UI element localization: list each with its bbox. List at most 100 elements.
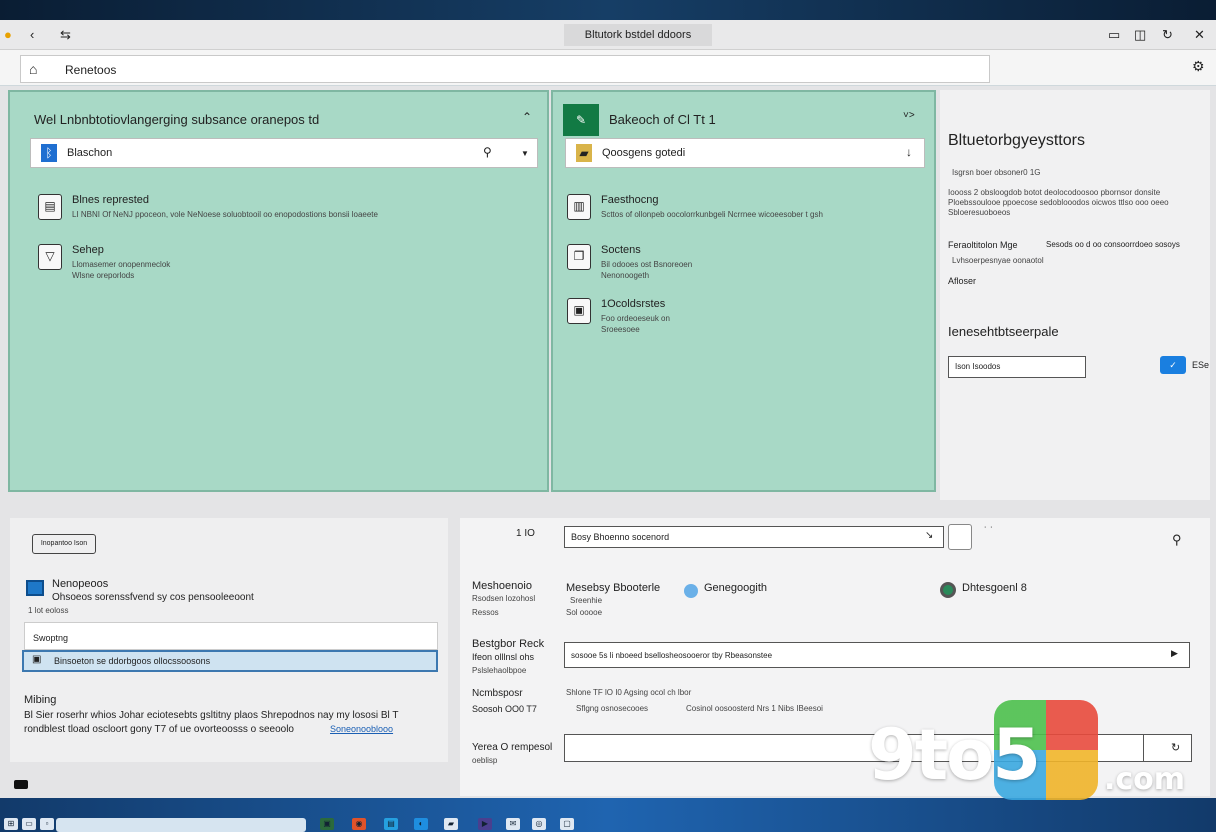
- panel-right-link[interactable]: Afloser: [948, 276, 976, 286]
- panel-right-text: Ploebssoulooe ppoecose sedoblooodos oicw…: [948, 198, 1169, 207]
- row-sub: Soosoh OO0 T7: [472, 704, 537, 714]
- row-sub: Ifeon olllnsl ohs: [472, 652, 535, 662]
- section-text: Bl Sier roserhr whios Johar eciotesebts …: [24, 710, 399, 721]
- list-option-icon: ▣: [32, 654, 42, 665]
- taskbar-search[interactable]: [56, 818, 306, 832]
- section-header: Nenopeoos: [52, 578, 109, 590]
- list-item-title: Sehep: [72, 244, 104, 256]
- settings-icon[interactable]: ⚙: [1192, 58, 1205, 75]
- expand-chevron-icon[interactable]: ˅˃: [903, 110, 915, 121]
- row-text: Shlone TF lO I0 Agsing ocol ch lbor: [566, 688, 692, 697]
- panel-right-text: Ioooss 2 obsloogdob botot deolocodoosoo …: [948, 188, 1161, 197]
- forward-arrow-icon[interactable]: ⇆: [60, 26, 71, 44]
- taskview-icon[interactable]: ▭: [22, 818, 36, 830]
- radio-option-2[interactable]: [940, 582, 956, 598]
- app-icon: ●: [4, 27, 12, 42]
- monitor-icon: [26, 580, 44, 596]
- list-item-title: Faesthocng: [601, 194, 659, 206]
- dropdown-arrow-icon[interactable]: ↓: [906, 145, 912, 159]
- list-option[interactable]: Swoptng: [24, 622, 438, 650]
- image-icon: ▣: [567, 298, 591, 324]
- panel-right-input-value: Ison Isoodos: [955, 362, 1001, 371]
- restore-icon[interactable]: ◫: [1134, 26, 1146, 44]
- desktop-wallpaper-strip: [0, 0, 1216, 20]
- row-value-sub: Sol ooooe: [566, 608, 603, 617]
- panel-right-row-label: Feraoltitolon Mge: [948, 240, 1018, 250]
- list-item-desc: LI NBNI Of NeNJ ppoceon, vole NeNoese so…: [72, 210, 378, 219]
- panel-middle: ✎ Bakeoch of Cl Tt 1 ˅˃ ▰ Qoosgens goted…: [551, 90, 936, 492]
- keyboard-icon[interactable]: [14, 780, 28, 789]
- row-sub: Rsodsen lozohosl: [472, 594, 536, 603]
- more-icon[interactable]: ˙ ˙: [984, 526, 993, 537]
- watermark-logo: 9to5 .com: [868, 700, 1198, 802]
- panel-right-subtitle: Isgrsn boer obsoner0 1G: [952, 168, 1041, 177]
- list-item-desc: Foo ordeoeseuk on: [601, 314, 670, 323]
- files-icon[interactable]: ▢: [560, 818, 574, 830]
- back-arrow-icon[interactable]: ‹: [30, 26, 34, 44]
- device-icon: ▤: [38, 194, 62, 220]
- home-icon[interactable]: ⌂: [29, 61, 37, 77]
- radio-option-1[interactable]: [684, 584, 698, 598]
- top-select[interactable]: Bosy Bhoenno socenord ↘: [564, 526, 944, 548]
- watermark-text: 9to5: [868, 714, 1041, 796]
- row-sub: oeblisp: [472, 756, 498, 765]
- address-value: Renetoos: [65, 63, 117, 77]
- section-desc: Ohsoeos sorenssfvend sy cos pensooleeoon…: [52, 592, 254, 603]
- photos-icon[interactable]: ◎: [532, 818, 546, 830]
- panel-middle-search[interactable]: ▰ Qoosgens gotedi ↓: [565, 138, 925, 168]
- list-item-desc: Scttos of ollonpeb oocolorrkunbgeli Ncrr…: [601, 210, 823, 219]
- folder-icon[interactable]: ▰: [444, 818, 458, 830]
- toggle-label: ESe: [1192, 360, 1210, 370]
- search-icon[interactable]: ⚲: [1172, 532, 1182, 548]
- filter-icon: ▽: [38, 244, 62, 270]
- list-item-title: Soctens: [601, 244, 641, 256]
- chevron-down-icon[interactable]: ▼: [521, 149, 529, 158]
- refresh-icon[interactable]: ↻: [1162, 26, 1173, 44]
- learn-more-link[interactable]: Soneonooblooo: [330, 724, 393, 734]
- minimize-icon[interactable]: ▭: [1108, 26, 1120, 44]
- list-item-desc: Llomasemer onopenmeclok: [72, 260, 171, 269]
- top-label: 1 IO: [516, 528, 535, 539]
- panel-middle-title: Bakeoch of Cl Tt 1: [609, 112, 716, 127]
- panel-right-text: Sbloeresuoboeos: [948, 208, 1011, 217]
- panel-left-search[interactable]: ᛒ Blaschon ⚲ ▼: [30, 138, 538, 168]
- media-icon[interactable]: ▶: [478, 818, 492, 830]
- start-icon[interactable]: ⊞: [4, 818, 18, 830]
- watermark-suffix: .com: [1104, 762, 1186, 797]
- category-badge-icon: ✎: [563, 104, 599, 136]
- row2-select-value: sosooe 5s li nboeed bsellosheosooeror tb…: [571, 651, 773, 660]
- window-titlebar: ● ‹ ⇆ Bltutork bstdel ddoors ▭ ◫ ↻ ✕: [0, 20, 1216, 50]
- section-sub: 1 lot eoloss: [28, 606, 69, 615]
- panel-right-row-sub: Lvhsoerpesnyae oonaotol: [952, 256, 1044, 265]
- toggle-button[interactable]: ✓: [1160, 356, 1186, 374]
- list-option-label: Binsoeton se ddorbgoos ollocssoosons: [54, 656, 211, 666]
- row2-select[interactable]: sosooe 5s li nboeed bsellosheosooeror tb…: [564, 642, 1190, 668]
- edge-icon[interactable]: ◐: [414, 818, 428, 830]
- app-icon[interactable]: ▣: [320, 818, 334, 830]
- list-option-label: Swoptng: [33, 633, 69, 643]
- tag-chip[interactable]: Inopantoo Ison: [32, 534, 96, 554]
- store-icon[interactable]: ▤: [384, 818, 398, 830]
- search-icon[interactable]: ⚲: [483, 145, 492, 159]
- close-icon[interactable]: ✕: [1194, 26, 1205, 44]
- list-item-title: Blnes represted: [72, 194, 150, 206]
- list-option-selected[interactable]: ▣ Binsoeton se ddorbgoos ollocssoosons: [22, 650, 438, 672]
- widget-icon[interactable]: ▫: [40, 818, 54, 830]
- panel-right-heading: Ienesehtbtseerpale: [948, 324, 1059, 339]
- list-item-desc: Bil odooes ost Bsnoreoen: [601, 260, 693, 269]
- color-swatch[interactable]: [948, 524, 972, 550]
- panel-middle-search-label: Qoosgens gotedi: [602, 147, 686, 159]
- row-label: Yerea O rempesol: [472, 742, 553, 753]
- collapse-chevron-icon[interactable]: ⌃: [522, 110, 532, 124]
- mail-icon[interactable]: ✉: [506, 818, 520, 830]
- document-icon: ▥: [567, 194, 591, 220]
- row-label: Meshoenoio: [472, 580, 532, 592]
- panel-right-input[interactable]: Ison Isoodos: [948, 356, 1086, 378]
- row-label: Ncmbsposr: [472, 688, 523, 699]
- copy-icon: ❐: [567, 244, 591, 270]
- address-input[interactable]: ⌂ Renetoos: [20, 55, 990, 83]
- radio-label: Dhtesgoenl 8: [962, 582, 1027, 594]
- browser-icon[interactable]: ◉: [352, 818, 366, 830]
- section-title: Mibing: [24, 694, 57, 706]
- folder-icon: ▰: [576, 144, 592, 162]
